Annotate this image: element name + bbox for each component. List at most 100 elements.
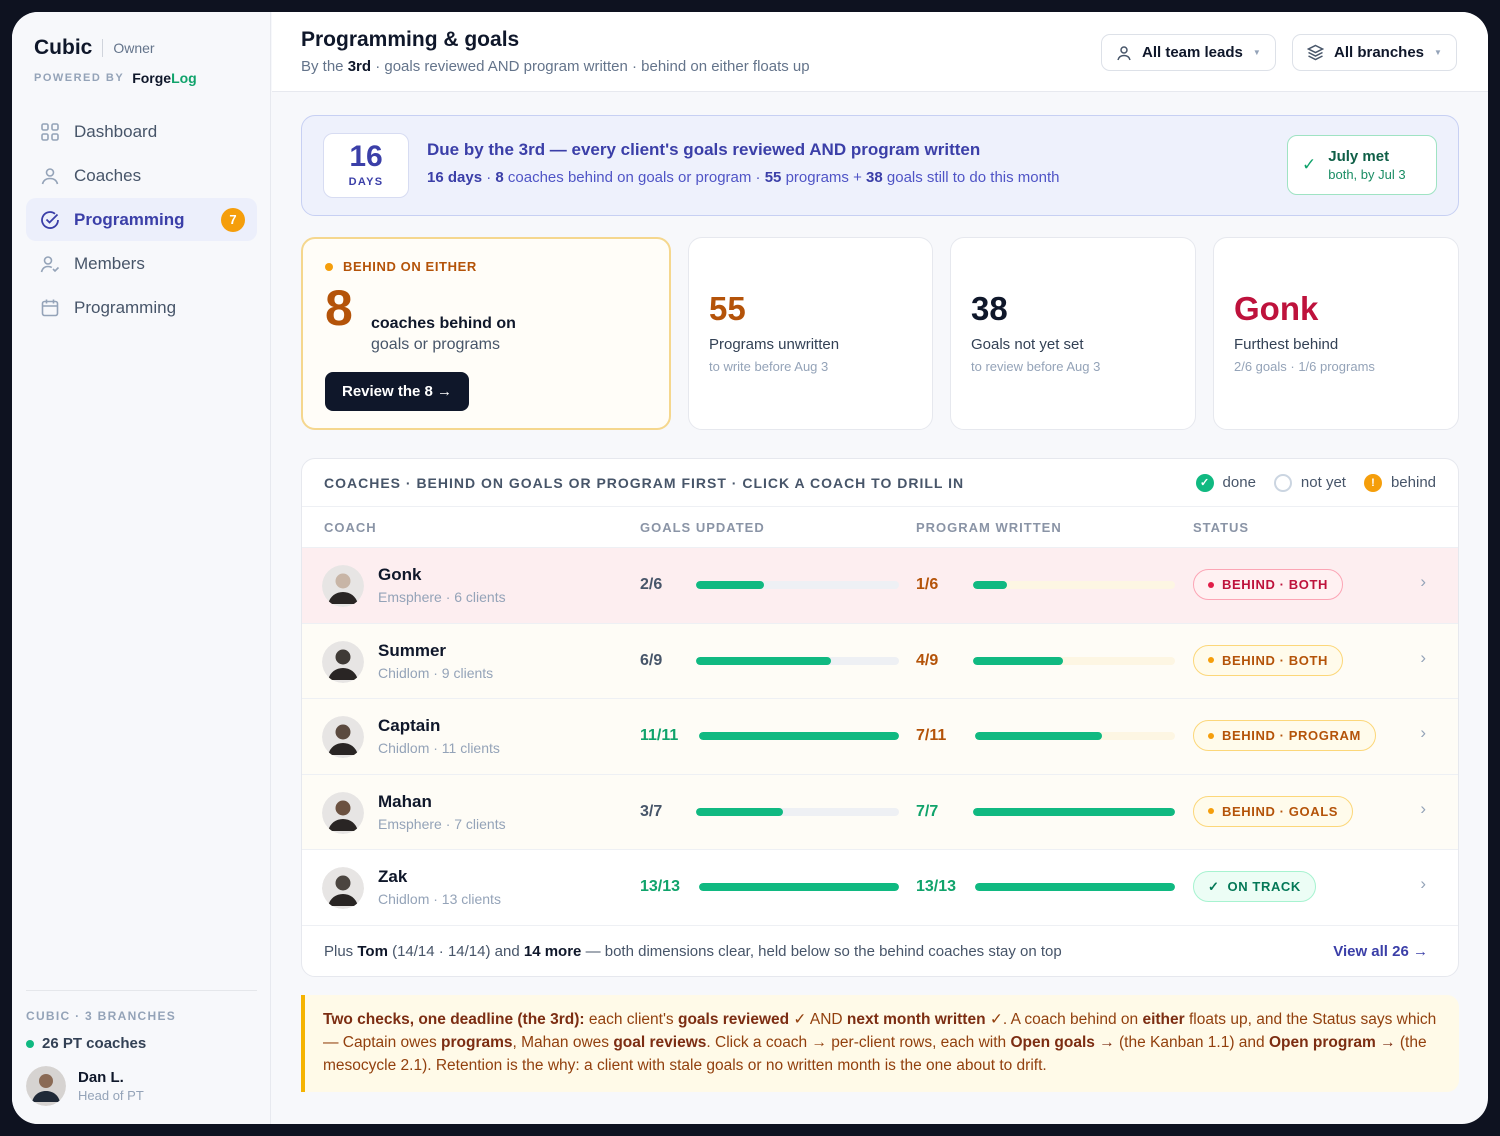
- team-leads-filter[interactable]: All team leads ▼: [1101, 34, 1276, 71]
- legend: ✓ done not yet ! behind: [1178, 473, 1436, 492]
- goals-progress-fill: [696, 656, 832, 665]
- subtitle-emphasis: 3rd: [347, 58, 372, 75]
- coach-name: Mahan: [378, 791, 432, 811]
- goals-value: 13/13: [640, 878, 681, 895]
- days-number: 16: [349, 140, 383, 173]
- table-row[interactable]: Mahan Emsphere · 7 clients 3/7 7/7 BEHIN…: [302, 774, 1458, 850]
- note-text: ✓. A coach behind on: [985, 1011, 1143, 1028]
- table-row[interactable]: Summer Chidlom · 9 clients 6/9 4/9 BEHIN…: [302, 623, 1458, 699]
- table-row[interactable]: Captain Chidlom · 11 clients 11/11 7/11 …: [302, 699, 1458, 775]
- brand-divider: [102, 39, 104, 57]
- legend-behind: ! behind: [1363, 473, 1436, 492]
- summary-text: programs +: [781, 169, 867, 186]
- program-progress-bar: [973, 807, 1175, 816]
- chevron-down-icon: ▼: [1252, 48, 1261, 57]
- note-emphasis: programs: [441, 1034, 513, 1051]
- coach-count-label: 26 PT coaches: [42, 1035, 147, 1052]
- status-badge: BEHIND · GOALS: [1193, 795, 1354, 827]
- view-all-link[interactable]: View all 26 →: [1333, 943, 1428, 960]
- filter-label: All branches: [1334, 44, 1425, 61]
- note-text: . Click a coach → per-client rows, each …: [706, 1034, 1011, 1051]
- chevron-right-icon[interactable]: ›: [1420, 874, 1426, 894]
- chevron-right-icon[interactable]: ›: [1420, 572, 1426, 592]
- user-name: Dan L.: [78, 1069, 124, 1086]
- sidebar-item-programming-calendar[interactable]: Programming: [26, 286, 257, 329]
- coach-name: Zak: [378, 867, 408, 886]
- avatar: [322, 867, 364, 909]
- table-row[interactable]: Zak Chidlom · 13 clients 13/13 13/13 ✓ ON…: [302, 850, 1458, 926]
- table-footer-note: Plus Tom (14/14 · 14/14) and 14 more — b…: [324, 943, 1062, 960]
- current-user[interactable]: Dan L. Head of PT: [26, 1066, 257, 1106]
- powered-by: POWERED BY ForgeLog: [34, 70, 197, 86]
- coach-meta: Chidlom · 13 clients: [378, 891, 501, 907]
- sidebar-nav: Dashboard Coaches Programming 7 Members …: [26, 110, 257, 330]
- org-meta: CUBIC · 3 BRANCHES: [26, 1009, 177, 1023]
- chevron-right-icon[interactable]: ›: [1420, 648, 1426, 668]
- note-text: (the Kanban 1.1) and: [1114, 1034, 1269, 1051]
- table-row[interactable]: Gonk Emsphere · 6 clients 2/6 1/6 BEHIND…: [302, 548, 1458, 624]
- legend-label: behind: [1390, 474, 1436, 491]
- status-dot: [1208, 732, 1214, 739]
- stat-label: Programs unwritten: [709, 336, 840, 353]
- sidebar-item-label: Dashboard: [74, 121, 158, 141]
- legend-done: ✓ done: [1195, 473, 1256, 492]
- chevron-right-icon[interactable]: ›: [1420, 799, 1426, 819]
- stat-number: Gonk: [1234, 290, 1319, 327]
- goals-progress-fill: [696, 807, 784, 816]
- review-button[interactable]: Review the 8 →: [325, 372, 470, 411]
- subtitle-text: By the: [301, 58, 348, 75]
- summary-programs: 55: [764, 169, 782, 186]
- footer-coach: Tom: [357, 943, 388, 960]
- status-label: BEHIND · BOTH: [1222, 652, 1329, 668]
- filter-label: All team leads: [1142, 44, 1243, 61]
- deadline-banner: 16 DAYS Due by the 3rd — every client's …: [301, 115, 1459, 216]
- open-program-link[interactable]: Open program →: [1269, 1034, 1396, 1051]
- programs-unwritten-card: 55 Programs unwritten to write before Au…: [688, 237, 933, 430]
- goals-progress-bar: [696, 581, 899, 589]
- note-text: each client's: [584, 1011, 678, 1028]
- summary-text: goals still to do this month: [882, 169, 1060, 186]
- forgelog-logo-forge: Forge: [132, 70, 172, 86]
- branches-filter[interactable]: All branches ▼: [1292, 34, 1457, 71]
- met-title: July met: [1328, 148, 1390, 165]
- stat-sublabel: 2/6 goals · 1/6 programs: [1234, 359, 1375, 374]
- sidebar-item-programming[interactable]: Programming 7: [26, 198, 257, 241]
- sidebar-footer: CUBIC · 3 BRANCHES 26 PT coaches Dan L. …: [26, 990, 257, 1106]
- sidebar-item-label: Programming: [74, 209, 185, 229]
- column-headers: COACH GOALS UPDATED PROGRAM WRITTEN STAT…: [302, 507, 1458, 548]
- goals-value: 3/7: [640, 802, 663, 820]
- status-label: ON TRACK: [1227, 879, 1301, 894]
- footer-text: (14/14 · 14/14) and: [387, 943, 524, 960]
- behind-count: 8: [325, 280, 353, 336]
- note-emphasis: next month written: [846, 1011, 986, 1028]
- note-text: , Mahan owes: [512, 1034, 614, 1051]
- status-badge: BEHIND · PROGRAM: [1193, 720, 1376, 751]
- goals-not-set-card: 38 Goals not yet set to review before Au…: [950, 237, 1196, 430]
- sidebar-item-members[interactable]: Members: [26, 242, 257, 285]
- program-value: 13/13: [916, 878, 957, 895]
- table-caption: COACHES · BEHIND ON GOALS OR PROGRAM FIR…: [324, 474, 965, 491]
- banner-title: Due by the 3rd — every client's goals re…: [427, 140, 981, 159]
- empty-circle-icon: [1273, 473, 1292, 492]
- open-goals-link[interactable]: Open goals →: [1010, 1034, 1114, 1051]
- check-circle-icon: [40, 210, 60, 230]
- goals-progress-bar: [696, 656, 899, 665]
- chevron-down-icon: ▼: [1434, 48, 1442, 57]
- page-header: Programming & goals By the 3rd · goals r…: [272, 12, 1488, 92]
- coach-name: Captain: [378, 716, 441, 735]
- person-icon: [1116, 45, 1132, 61]
- chevron-right-icon[interactable]: ›: [1420, 723, 1426, 743]
- behind-either-card: BEHIND ON EITHER 8 coaches behind on goa…: [301, 237, 671, 430]
- app-name: Cubic: [34, 36, 93, 59]
- sidebar-item-dashboard[interactable]: Dashboard: [26, 110, 257, 153]
- program-value: 1/6: [916, 576, 939, 593]
- footer-text: — both dimensions clear, held below so t…: [581, 943, 1062, 960]
- sidebar-item-coaches[interactable]: Coaches: [26, 154, 257, 197]
- summary-coaches: 8: [495, 169, 504, 186]
- status-badge: BEHIND · BOTH: [1193, 644, 1344, 676]
- goals-value: 11/11: [640, 727, 679, 744]
- avatar: [26, 1066, 66, 1106]
- alert-icon: !: [1363, 473, 1382, 492]
- stat-sublabel: to review before Aug 3: [971, 359, 1101, 374]
- note-emphasis: goals reviewed: [677, 1011, 790, 1028]
